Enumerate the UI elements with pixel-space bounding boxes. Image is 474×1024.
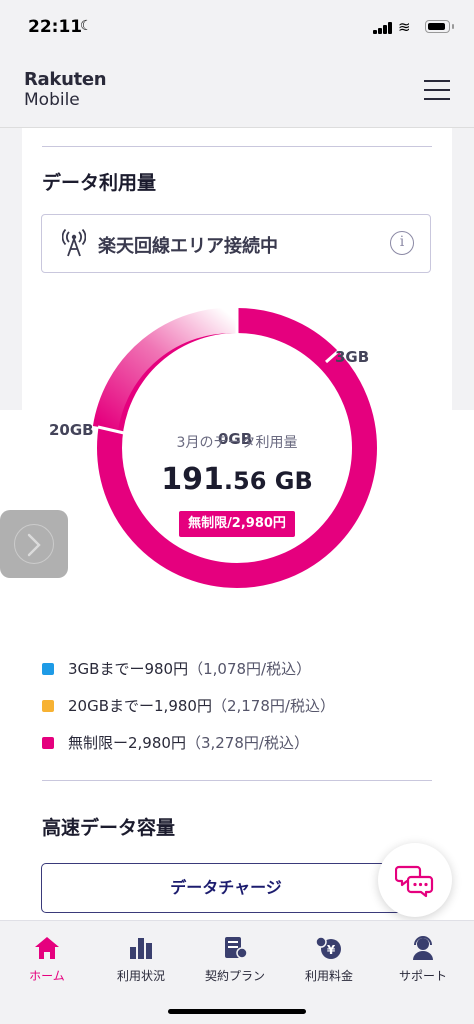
- legend-label: 20GBまでー1,980円: [68, 697, 212, 715]
- hamburger-icon[interactable]: [424, 78, 452, 102]
- moon-icon: ☾: [80, 18, 93, 34]
- tab-label: サポート: [398, 969, 447, 983]
- data-usage-title: データ利用量: [42, 172, 157, 194]
- home-icon: [35, 937, 59, 959]
- legend-swatch-blue: [42, 663, 54, 675]
- legend-label: 3GBまでー980円: [68, 660, 189, 678]
- usage-value-integer: 191: [161, 462, 224, 497]
- data-usage-card: データ利用量 楽天回線エリア接続中 i 0GB 3GB 20GB 3月のデータ利…: [22, 128, 452, 928]
- tab-fees[interactable]: ¥ 利用料金: [282, 931, 376, 991]
- section-divider: [42, 780, 432, 781]
- legend-sub: （3,278円/税込）: [185, 734, 309, 752]
- contract-icon: [225, 937, 248, 959]
- logo-line2: Mobile: [24, 90, 80, 110]
- legend-label: 無制限ー2,980円: [68, 734, 186, 752]
- legend-sub: （1,078円/税込）: [188, 660, 312, 678]
- usage-donut: 0GB: [22, 288, 452, 628]
- usage-value: 191.56 GB: [22, 462, 452, 497]
- legend-swatch-orange: [42, 700, 54, 712]
- plan-badge: 無制限/2,980円: [179, 511, 295, 537]
- logo-line1: Rakuten: [24, 69, 107, 90]
- tab-label: 契約プラン: [204, 969, 265, 983]
- connection-status-box: 楽天回線エリア接続中 i: [41, 214, 431, 273]
- tab-label: 利用状況: [116, 969, 165, 983]
- support-icon: [413, 936, 433, 960]
- card-top-divider: [42, 146, 432, 147]
- carousel-next-button[interactable]: [0, 510, 68, 578]
- chat-support-button[interactable]: [378, 843, 452, 917]
- svg-text:¥: ¥: [327, 943, 336, 957]
- tab-home[interactable]: ホーム: [0, 931, 94, 991]
- antenna-icon: [62, 229, 86, 257]
- data-charge-button[interactable]: データチャージ: [41, 863, 411, 913]
- info-icon[interactable]: i: [390, 231, 414, 255]
- wifi-icon: ≋: [398, 18, 411, 36]
- tick-label-3gb: 3GB: [335, 348, 370, 366]
- tab-label: ホーム: [29, 969, 65, 983]
- connection-status-text: 楽天回線エリア接続中: [98, 236, 278, 257]
- status-bar: 22:11 ☾ ≋: [0, 0, 474, 56]
- rakuten-mobile-logo[interactable]: Rakuten Mobile: [24, 69, 107, 111]
- donut-chart: [92, 307, 377, 588]
- legend-sub: （2,178円/税込）: [211, 697, 335, 715]
- cell-signal-icon: [373, 22, 393, 34]
- bar-chart-icon: [130, 938, 152, 959]
- app-header: Rakuten Mobile: [0, 56, 474, 128]
- usage-value-decimal: .56 GB: [223, 467, 313, 495]
- tab-usage[interactable]: 利用状況: [94, 931, 188, 991]
- chevron-right-icon: [27, 533, 41, 557]
- tab-label: 利用料金: [304, 969, 353, 983]
- high-speed-title: 高速データ容量: [42, 817, 176, 839]
- tab-support[interactable]: サポート: [376, 931, 470, 991]
- status-time: 22:11: [28, 17, 83, 37]
- fee-icon: ¥: [315, 936, 341, 959]
- home-indicator: [168, 1009, 306, 1014]
- chat-bubbles-icon: [395, 865, 434, 898]
- donut-center-label: 3月のデータ利用量: [176, 435, 298, 451]
- battery-icon: [425, 20, 454, 33]
- tab-contract[interactable]: 契約プラン: [188, 931, 282, 991]
- legend-swatch-pink: [42, 737, 54, 749]
